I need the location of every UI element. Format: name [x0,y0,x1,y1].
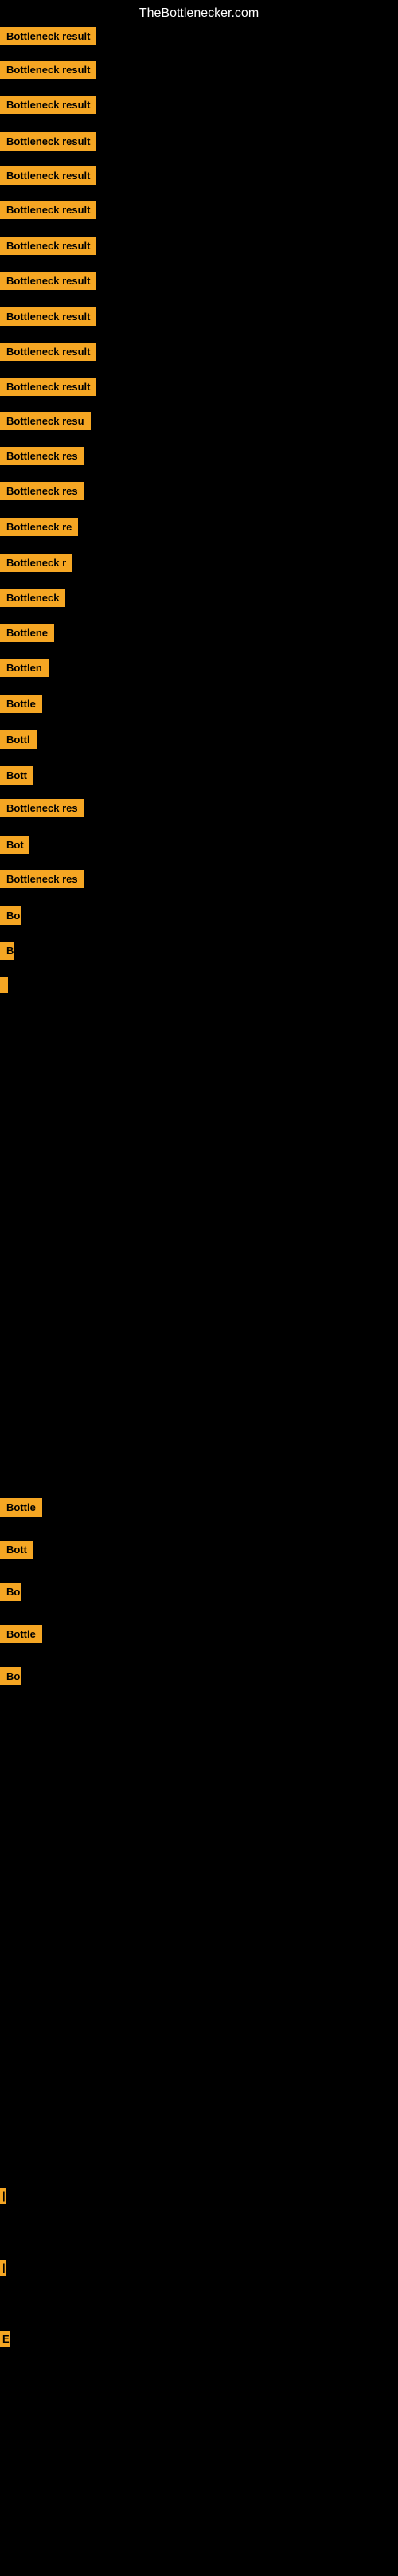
bottleneck-result-badge: Bottleneck re [0,518,78,536]
bottleneck-result-badge: Bottleneck result [0,27,96,45]
badge-indicator: | [0,2260,6,2276]
bottleneck-result-badge: Bottle [0,1625,42,1643]
bottleneck-result-badge: Bottleneck result [0,61,96,79]
bottleneck-result-badge: Bottleneck result [0,96,96,114]
bottleneck-result-badge: Bottleneck result [0,307,96,326]
bottleneck-result-badge: Bottl [0,730,37,749]
bottleneck-result-badge: Bottlene [0,624,54,642]
bottleneck-result-badge: Bottleneck result [0,132,96,151]
bottleneck-result-badge: Bott [0,1541,33,1559]
bottleneck-result-badge: Bottleneck result [0,378,96,396]
bottleneck-result-badge: Bo [0,906,21,925]
bottleneck-result-badge: Bottleneck result [0,166,96,185]
bottleneck-result-badge: Bottleneck [0,589,65,607]
bottleneck-result-badge: Bottlen [0,659,49,677]
bottleneck-result-badge: B [0,942,14,960]
bottleneck-result-badge: Bo [0,1583,21,1601]
badge-indicator: | [0,2188,6,2204]
bottleneck-result-badge: Bottleneck res [0,447,84,465]
bottleneck-result-badge: Bottleneck r [0,554,72,572]
bottleneck-result-badge: Bottleneck result [0,343,96,361]
badge-indicator: E [0,2331,10,2347]
bottleneck-result-badge: Bott [0,766,33,785]
site-title: TheBottlenecker.com [0,0,398,27]
bottleneck-result-badge: Bot [0,836,29,854]
bottleneck-result-badge: Bottleneck result [0,237,96,255]
bottleneck-result-badge: Bottleneck res [0,799,84,817]
bottleneck-result-badge: Bottleneck resu [0,412,91,430]
bottleneck-result-badge: Bottleneck res [0,482,84,500]
bottleneck-result-badge: Bottle [0,1498,42,1517]
bottleneck-result-badge: Bottleneck result [0,272,96,290]
bottleneck-result-badge: Bottleneck res [0,870,84,888]
bottleneck-result-badge: Bottle [0,695,42,713]
bottleneck-result-badge: Bo [0,1667,21,1685]
badge-indicator [0,977,8,993]
bottleneck-result-badge: Bottleneck result [0,201,96,219]
